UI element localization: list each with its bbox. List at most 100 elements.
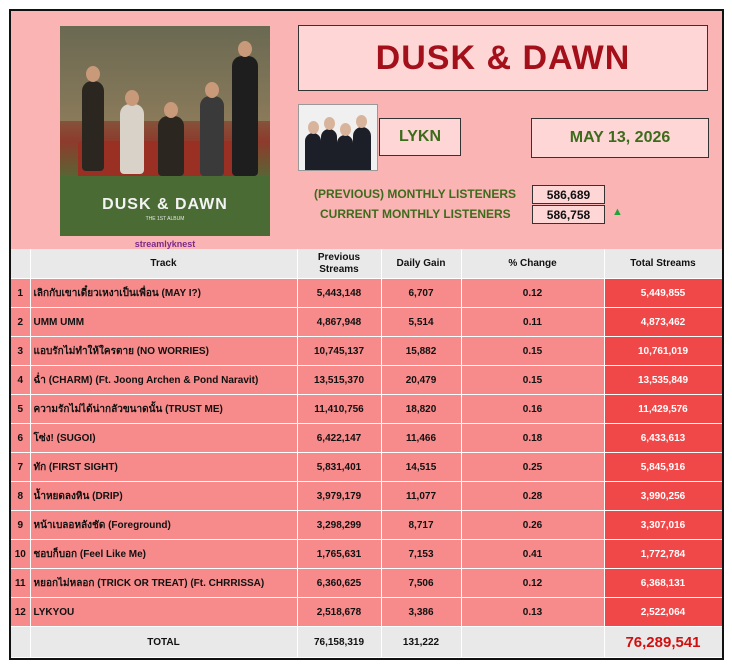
row-percent-change: 0.25	[461, 452, 605, 482]
current-listeners-label: CURRENT MONTHLY LISTENERS	[320, 207, 511, 221]
row-total-streams: 3,307,016	[604, 510, 722, 540]
table-row: 7 ทัก (FIRST SIGHT) 5,831,401 14,515 0.25 5,8…	[11, 452, 722, 482]
row-track-title: LYKYOU	[30, 597, 298, 627]
row-total-streams: 10,761,019	[604, 336, 722, 366]
row-previous-streams: 3,979,179	[297, 481, 382, 511]
row-total-streams: 4,873,462	[604, 307, 722, 337]
table-row: 6 โซ่ง! (SUGOI) 6,422,147 11,466 0.18 6,433,6…	[11, 423, 722, 453]
row-track-title: โซ่ง! (SUGOI)	[30, 423, 298, 453]
row-rank: 3	[11, 336, 31, 366]
total-streams-value: 76,289,541	[604, 626, 722, 658]
row-total-streams: 6,368,131	[604, 568, 722, 598]
report-date: MAY 13, 2026	[531, 118, 709, 158]
row-percent-change: 0.15	[461, 336, 605, 366]
row-previous-streams: 6,360,625	[297, 568, 382, 598]
watermark: streamlyknest	[134, 239, 196, 249]
table-header-row: Track Previous Streams Daily Gain % Chan…	[11, 249, 722, 279]
row-total-streams: 5,449,855	[604, 278, 722, 308]
trend-up-icon: ▲	[612, 206, 623, 218]
artist-name: LYKN	[379, 118, 461, 156]
row-track-title: แอบรักไม่ทำให้ใครตาย (NO WORRIES)	[30, 336, 298, 366]
row-track-title: ทัก (FIRST SIGHT)	[30, 452, 298, 482]
row-rank: 11	[11, 568, 31, 598]
previous-listeners-value: 586,689	[532, 185, 605, 204]
row-track-title: ชอบก็บอก (Feel Like Me)	[30, 539, 298, 569]
row-rank: 6	[11, 423, 31, 453]
artist-photo	[298, 104, 378, 171]
row-track-title: หน้าเบลอหลังชัด (Foreground)	[30, 510, 298, 540]
row-track-title: UMM UMM	[30, 307, 298, 337]
table-row: 2 UMM UMM 4,867,948 5,514 0.11 4,873,462	[11, 307, 722, 337]
row-previous-streams: 4,867,948	[297, 307, 382, 337]
row-daily-gain: 6,707	[381, 278, 462, 308]
row-percent-change: 0.41	[461, 539, 605, 569]
row-rank: 12	[11, 597, 31, 627]
row-total-streams: 2,522,064	[604, 597, 722, 627]
row-track-title: เลิกกับเขาเดี๋ยวเหงาเป็นเพื่อน (MAY I?)	[30, 278, 298, 308]
row-previous-streams: 6,422,147	[297, 423, 382, 453]
row-previous-streams: 5,831,401	[297, 452, 382, 482]
col-header-rank	[11, 249, 31, 279]
col-header-total-streams: Total Streams	[604, 249, 722, 279]
table-row: 10 ชอบก็บอก (Feel Like Me) 1,765,631 7,153 0…	[11, 539, 722, 569]
row-rank: 8	[11, 481, 31, 511]
total-previous-streams: 76,158,319	[297, 626, 382, 658]
streams-table: Track Previous Streams Daily Gain % Chan…	[11, 249, 722, 658]
row-rank: 2	[11, 307, 31, 337]
row-previous-streams: 13,515,370	[297, 365, 382, 395]
row-daily-gain: 18,820	[381, 394, 462, 424]
album-cover-image: DUSK & DAWN THE 1ST ALBUM	[60, 26, 270, 236]
row-percent-change: 0.12	[461, 278, 605, 308]
row-percent-change: 0.11	[461, 307, 605, 337]
row-percent-change: 0.16	[461, 394, 605, 424]
row-percent-change: 0.26	[461, 510, 605, 540]
row-total-streams: 1,772,784	[604, 539, 722, 569]
stats-panel: DUSK & DAWN THE 1ST ALBUM streamlyknest …	[9, 9, 724, 660]
row-percent-change: 0.15	[461, 365, 605, 395]
row-daily-gain: 7,506	[381, 568, 462, 598]
col-header-daily-gain: Daily Gain	[381, 249, 462, 279]
row-daily-gain: 7,153	[381, 539, 462, 569]
table-row: 4 ฉ่ำ (CHARM) (Ft. Joong Archen & Pond Na…	[11, 365, 722, 395]
row-daily-gain: 15,882	[381, 336, 462, 366]
row-daily-gain: 11,077	[381, 481, 462, 511]
row-rank: 9	[11, 510, 31, 540]
total-label: TOTAL	[30, 626, 298, 658]
album-cover-title: DUSK & DAWN	[102, 196, 228, 213]
page-title: DUSK & DAWN	[298, 25, 708, 91]
row-previous-streams: 11,410,756	[297, 394, 382, 424]
row-previous-streams: 3,298,299	[297, 510, 382, 540]
album-cover-subtitle: THE 1ST ALBUM	[145, 216, 185, 222]
row-rank: 4	[11, 365, 31, 395]
row-total-streams: 5,845,916	[604, 452, 722, 482]
row-previous-streams: 5,443,148	[297, 278, 382, 308]
row-rank: 1	[11, 278, 31, 308]
row-daily-gain: 14,515	[381, 452, 462, 482]
total-row: TOTAL 76,158,319 131,222 76,289,541	[11, 626, 722, 658]
table-row: 12 LYKYOU 2,518,678 3,386 0.13 2,522,064	[11, 597, 722, 627]
row-total-streams: 11,429,576	[604, 394, 722, 424]
col-header-previous-streams: Previous Streams	[297, 249, 382, 279]
row-percent-change: 0.13	[461, 597, 605, 627]
row-track-title: น้ำหยดลงหิน (DRIP)	[30, 481, 298, 511]
row-percent-change: 0.12	[461, 568, 605, 598]
row-daily-gain: 11,466	[381, 423, 462, 453]
table-row: 3 แอบรักไม่ทำให้ใครตาย (NO WORRIES) 10,745…	[11, 336, 722, 366]
row-track-title: ความรักไม่ได้น่ากลัวขนาดนั้น (TRUST ME)	[30, 394, 298, 424]
row-total-streams: 3,990,256	[604, 481, 722, 511]
row-total-streams: 13,535,849	[604, 365, 722, 395]
row-rank: 5	[11, 394, 31, 424]
current-listeners-value: 586,758	[532, 205, 605, 224]
row-previous-streams: 1,765,631	[297, 539, 382, 569]
row-daily-gain: 3,386	[381, 597, 462, 627]
row-daily-gain: 5,514	[381, 307, 462, 337]
row-rank: 10	[11, 539, 31, 569]
row-track-title: หยอกไม่หลอก (TRICK OR TREAT) (Ft. CHRRIS…	[30, 568, 298, 598]
row-percent-change: 0.28	[461, 481, 605, 511]
table-row: 8 น้ำหยดลงหิน (DRIP) 3,979,179 11,077 0.28 3,…	[11, 481, 722, 511]
col-header-track: Track	[30, 249, 298, 279]
row-previous-streams: 10,745,137	[297, 336, 382, 366]
col-header-percent-change: % Change	[461, 249, 605, 279]
total-daily-gain: 131,222	[381, 626, 462, 658]
row-total-streams: 6,433,613	[604, 423, 722, 453]
